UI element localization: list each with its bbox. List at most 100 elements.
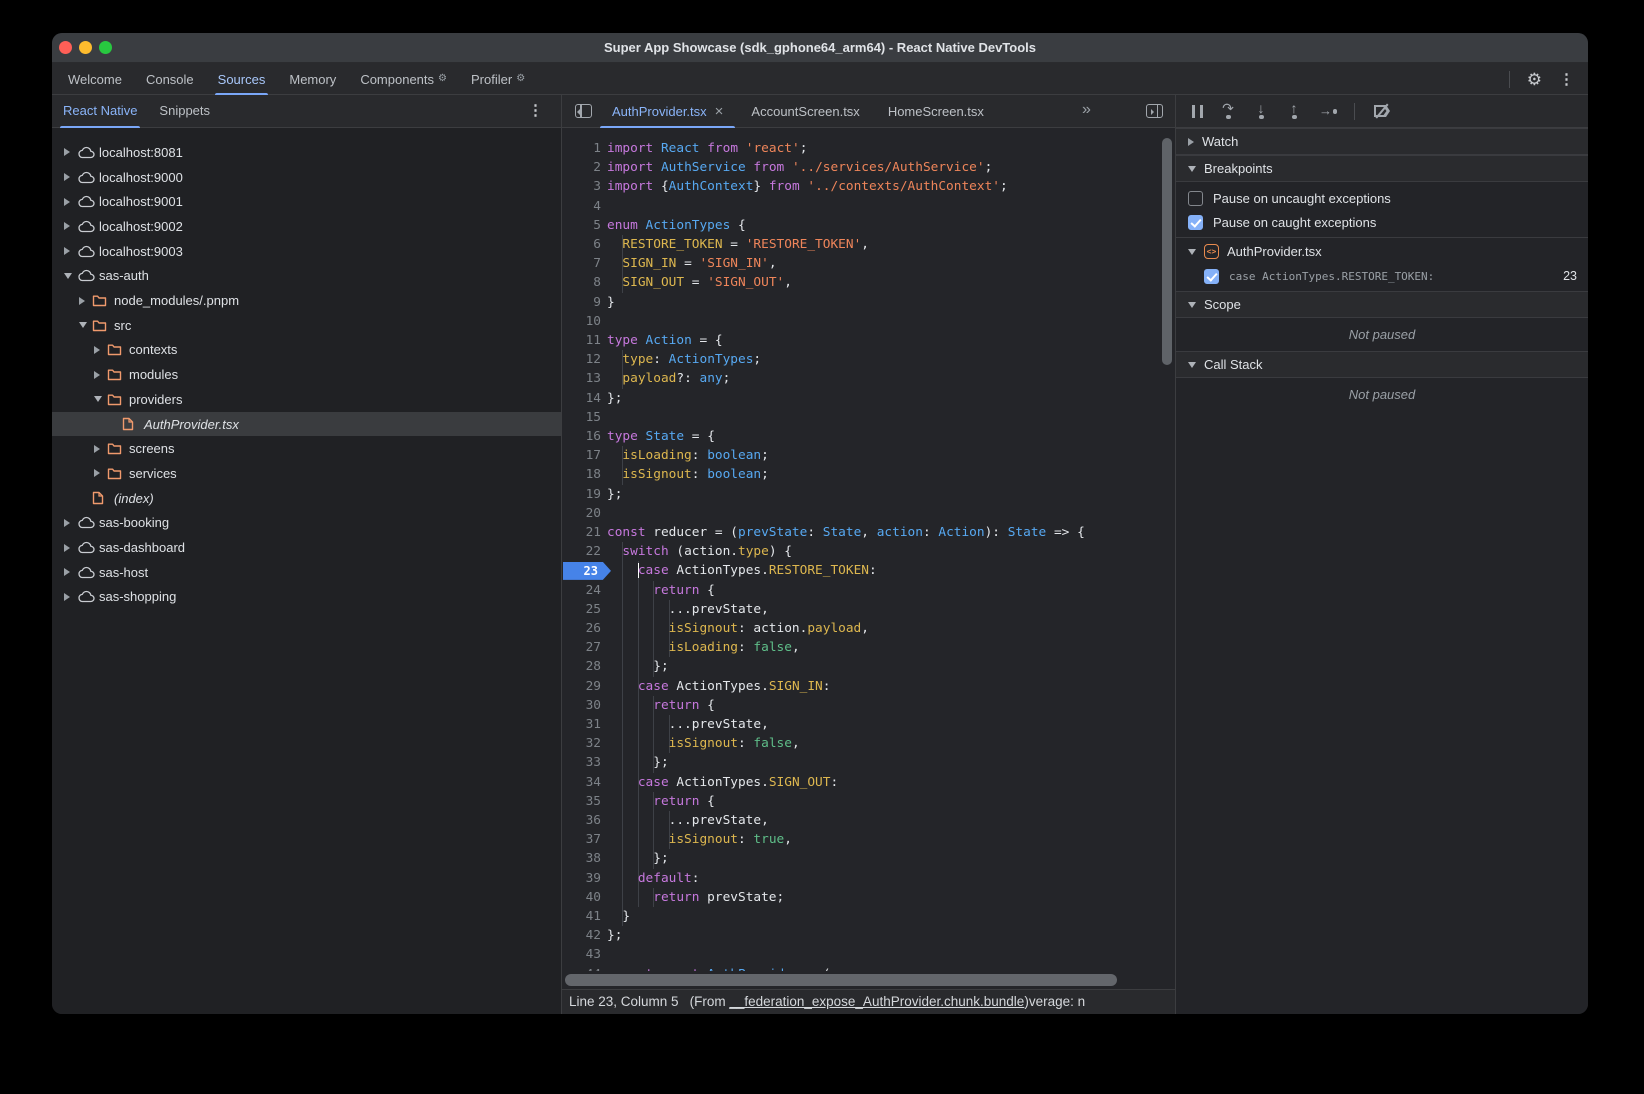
section-watch[interactable]: Watch	[1176, 128, 1588, 155]
code-line-40[interactable]: 40 return prevState;	[562, 888, 1163, 907]
expand-arrow-icon[interactable]	[64, 148, 77, 156]
code-line-36[interactable]: 36 ...prevState,	[562, 811, 1163, 830]
code-line-33[interactable]: 33 };	[562, 753, 1163, 772]
code-line-38[interactable]: 38 };	[562, 849, 1163, 868]
expand-arrow-icon[interactable]	[64, 544, 77, 552]
tree-item--index-[interactable]: (index)	[52, 486, 561, 511]
line-number[interactable]: 27	[562, 638, 601, 657]
code-line-30[interactable]: 30 return {	[562, 696, 1163, 715]
line-number[interactable]: 41	[562, 907, 601, 926]
section-scope[interactable]: Scope	[1176, 291, 1588, 318]
code-editor[interactable]: 1import React from 'react';2import AuthS…	[562, 128, 1175, 971]
pause-uncaught-row[interactable]: Pause on uncaught exceptions	[1176, 186, 1588, 210]
breakpoint-file-group[interactable]: <> AuthProvider.tsx	[1176, 239, 1588, 264]
line-number[interactable]: 38	[562, 849, 601, 868]
source-bundle-link[interactable]: __federation_expose_AuthProvider.chunk.b…	[729, 994, 1024, 1009]
line-number[interactable]: 15	[562, 408, 601, 427]
panel-tab-console[interactable]: Console	[134, 63, 206, 95]
code-line-13[interactable]: 13 payload?: any;	[562, 369, 1163, 388]
line-number[interactable]: 17	[562, 446, 601, 465]
expand-arrow-icon[interactable]	[94, 445, 107, 453]
expand-arrow-icon[interactable]	[94, 346, 107, 354]
code-line-25[interactable]: 25 ...prevState,	[562, 600, 1163, 619]
breakpoint-entry-checkbox[interactable]	[1204, 269, 1219, 284]
editor-tab-homescreen-tsx[interactable]: HomeScreen.tsx	[874, 95, 998, 128]
code-line-21[interactable]: 21const reducer = (prevState: State, act…	[562, 523, 1163, 542]
line-number[interactable]: 13	[562, 369, 601, 388]
show-debugger-panel-icon[interactable]	[1146, 104, 1163, 118]
close-tab-icon[interactable]: ×	[715, 104, 724, 119]
code-line-32[interactable]: 32 isSignout: false,	[562, 734, 1163, 753]
line-number[interactable]: 30	[562, 696, 601, 715]
code-line-6[interactable]: 6 RESTORE_TOKEN = 'RESTORE_TOKEN',	[562, 235, 1163, 254]
more-tabs-icon[interactable]: »	[1082, 101, 1089, 119]
code-line-29[interactable]: 29 case ActionTypes.SIGN_IN:	[562, 677, 1163, 696]
deactivate-breakpoints-icon[interactable]	[1374, 105, 1390, 117]
pause-uncaught-checkbox[interactable]	[1188, 191, 1203, 206]
line-number[interactable]: 32	[562, 734, 601, 753]
tree-item-sas-host[interactable]: sas-host	[52, 560, 561, 585]
code-line-8[interactable]: 8 SIGN_OUT = 'SIGN_OUT',	[562, 273, 1163, 292]
line-number[interactable]: 7	[562, 254, 601, 273]
navigator-more-options-icon[interactable]: ⋮	[528, 103, 543, 118]
line-number[interactable]: 25	[562, 600, 601, 619]
line-number[interactable]: 19	[562, 485, 601, 504]
tree-item-localhost-9000[interactable]: localhost:9000	[52, 165, 561, 190]
code-line-10[interactable]: 10	[562, 312, 1163, 331]
line-number[interactable]: 24	[562, 581, 601, 600]
code-line-14[interactable]: 14};	[562, 389, 1163, 408]
section-call-stack[interactable]: Call Stack	[1176, 351, 1588, 378]
code-line-18[interactable]: 18 isSignout: boolean;	[562, 465, 1163, 484]
navigator-tab-snippets[interactable]: Snippets	[148, 95, 221, 128]
line-number[interactable]: 10	[562, 312, 601, 331]
pause-script-icon[interactable]	[1192, 105, 1203, 118]
expand-arrow-icon[interactable]	[79, 297, 92, 305]
code-line-44[interactable]: 44export const AuthProvider = (	[562, 965, 1163, 971]
code-line-22[interactable]: 22 switch (action.type) {	[562, 542, 1163, 561]
code-line-34[interactable]: 34 case ActionTypes.SIGN_OUT:	[562, 773, 1163, 792]
collapse-arrow-icon[interactable]	[79, 322, 92, 328]
line-number[interactable]: 18	[562, 465, 601, 484]
tree-item-localhost-9001[interactable]: localhost:9001	[52, 189, 561, 214]
line-number[interactable]: 8	[562, 273, 601, 292]
tree-item-sas-booking[interactable]: sas-booking	[52, 511, 561, 536]
code-line-16[interactable]: 16type State = {	[562, 427, 1163, 446]
navigator-tab-react-native[interactable]: React Native	[52, 95, 148, 128]
breakpoint-marker[interactable]: 23	[563, 562, 611, 580]
line-number[interactable]: 40	[562, 888, 601, 907]
panel-tab-welcome[interactable]: Welcome	[56, 63, 134, 95]
expand-arrow-icon[interactable]	[94, 371, 107, 379]
code-line-9[interactable]: 9}	[562, 293, 1163, 312]
expand-arrow-icon[interactable]	[64, 247, 77, 255]
line-number[interactable]: 42	[562, 926, 601, 945]
code-line-4[interactable]: 4	[562, 197, 1163, 216]
code-line-19[interactable]: 19};	[562, 485, 1163, 504]
code-line-15[interactable]: 15	[562, 408, 1163, 427]
hide-navigator-icon[interactable]	[575, 104, 592, 118]
line-number[interactable]: 26	[562, 619, 601, 638]
code-line-1[interactable]: 1import React from 'react';	[562, 139, 1163, 158]
line-number[interactable]: 22	[562, 542, 601, 561]
tree-item-contexts[interactable]: contexts	[52, 338, 561, 363]
code-line-20[interactable]: 20	[562, 504, 1163, 523]
line-number[interactable]: 20	[562, 504, 601, 523]
line-number[interactable]: 43	[562, 945, 601, 964]
tree-item-localhost-9002[interactable]: localhost:9002	[52, 214, 561, 239]
line-number[interactable]: 12	[562, 350, 601, 369]
line-number[interactable]: 28	[562, 657, 601, 676]
line-number[interactable]: 34	[562, 773, 601, 792]
editor-tab-authprovider-tsx[interactable]: AuthProvider.tsx×	[598, 95, 737, 128]
tree-item-sas-shopping[interactable]: sas-shopping	[52, 585, 561, 610]
code-line-35[interactable]: 35 return {	[562, 792, 1163, 811]
vertical-scrollbar[interactable]	[1162, 138, 1172, 365]
code-line-43[interactable]: 43	[562, 945, 1163, 964]
code-line-11[interactable]: 11type Action = {	[562, 331, 1163, 350]
tree-item-modules[interactable]: modules	[52, 362, 561, 387]
code-line-26[interactable]: 26 isSignout: action.payload,	[562, 619, 1163, 638]
breakpoint-entry-row[interactable]: case ActionTypes.RESTORE_TOKEN: 23	[1176, 264, 1588, 288]
line-number[interactable]: 6	[562, 235, 601, 254]
code-line-39[interactable]: 39 default:	[562, 869, 1163, 888]
expand-arrow-icon[interactable]	[64, 222, 77, 230]
code-line-12[interactable]: 12 type: ActionTypes;	[562, 350, 1163, 369]
tree-item-sas-auth[interactable]: sas-auth	[52, 264, 561, 289]
